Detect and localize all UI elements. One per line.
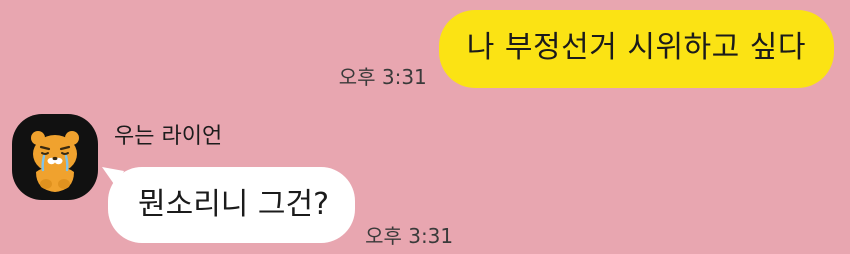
incoming-message-text: 뭔소리니 그건?	[138, 187, 330, 222]
incoming-message-time: 오후 3:31	[365, 224, 454, 248]
bubble-tail	[102, 167, 124, 187]
sender-name[interactable]: 우는 라이언	[114, 124, 222, 150]
outgoing-message-bubble[interactable]: 나 부정선거 시위하고 싶다	[438, 10, 834, 88]
outgoing-message-row: 오후 3:31 나 부정선거 시위하고 싶다	[339, 10, 834, 88]
outgoing-message-time: 오후 3:31	[338, 65, 427, 89]
incoming-message-row: 뭔소리니 그건? 오후 3:31	[102, 167, 453, 247]
incoming-message-bubble[interactable]: 뭔소리니 그건?	[102, 167, 356, 243]
chat-message-list[interactable]: 오후 3:31 나 부정선거 시위하고 싶다 우는 라이언 뭔소리니 그건? 오…	[0, 0, 850, 254]
sender-avatar[interactable]	[12, 114, 98, 200]
crying-ryan-icon	[31, 131, 79, 192]
